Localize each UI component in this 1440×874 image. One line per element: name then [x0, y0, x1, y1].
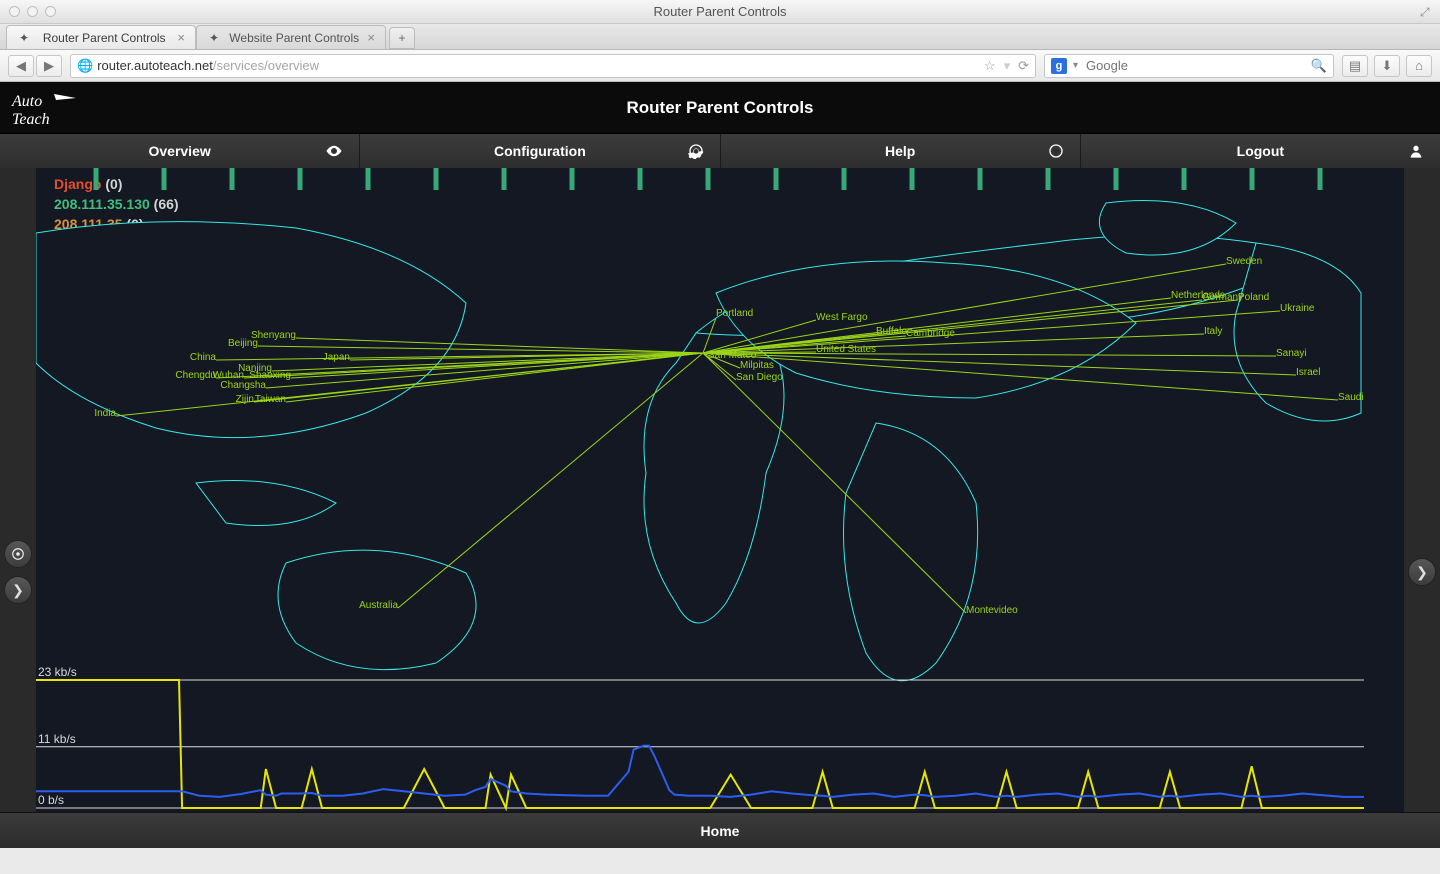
- close-icon[interactable]: ×: [177, 30, 185, 45]
- app-nav: Overview Configuration Help Logout: [0, 134, 1440, 168]
- gear-icon: [688, 134, 704, 168]
- search-icon[interactable]: 🔍: [1311, 58, 1327, 74]
- city-label: Sweden: [1226, 256, 1262, 267]
- city-label: Saudi Arabia: [1338, 392, 1364, 403]
- browser-toolbar: ◀ ▶ 🌐 router.autoteach.net/services/over…: [0, 50, 1440, 82]
- traffic-close[interactable]: [9, 6, 20, 17]
- browser-tabstrip: ✦ Router Parent Controls × ✦ Website Par…: [0, 24, 1440, 50]
- globe-icon: 🌐: [77, 58, 93, 74]
- tab-label: Router Parent Controls: [39, 31, 169, 45]
- chart-gridline-label: 0 b/s: [38, 793, 64, 807]
- city-label: Japan: [323, 352, 350, 363]
- city-label: United States: [816, 344, 876, 355]
- url-host: router.autoteach.net: [97, 58, 213, 73]
- city-label: India: [94, 408, 116, 419]
- nav-label: Help: [721, 143, 1080, 159]
- tab-website-parent-controls[interactable]: ✦ Website Parent Controls ×: [196, 25, 386, 49]
- traffic-zoom[interactable]: [45, 6, 56, 17]
- city-label: Nanjing: [238, 363, 272, 374]
- city-label: Chengdu: [175, 370, 216, 381]
- city-label: Australia: [359, 600, 398, 611]
- reload-icon[interactable]: ⟳: [1018, 58, 1029, 74]
- nav-label: Configuration: [360, 143, 719, 159]
- city-label: West Fargo: [816, 312, 868, 323]
- city-label: Germany: [1202, 292, 1243, 303]
- city-label: Shenyang: [251, 330, 296, 341]
- mac-titlebar: Router Parent Controls ⤢: [0, 0, 1440, 24]
- app-title: Router Parent Controls: [0, 98, 1440, 118]
- map-svg: IndiaChinaChengduChangshaZijinTaiwanWuha…: [36, 168, 1364, 812]
- window-title: Router Parent Controls: [0, 4, 1440, 19]
- fullscreen-icon[interactable]: ⤢: [1420, 5, 1434, 19]
- tab-router-parent-controls[interactable]: ✦ Router Parent Controls ×: [6, 25, 196, 49]
- city-label: Portland: [716, 308, 753, 319]
- world-traffic-map: Django (0) 208.111.35.130 (66) 208.111.3…: [0, 168, 1440, 812]
- side-gear-button[interactable]: [4, 540, 32, 568]
- search-input[interactable]: [1084, 57, 1305, 74]
- city-label: China: [190, 352, 217, 363]
- breadcrumb-label: Home: [701, 823, 740, 839]
- chart-gridline-label: 23 kb/s: [38, 665, 77, 679]
- nav-overview[interactable]: Overview: [0, 134, 360, 168]
- url-path: /services/overview: [213, 58, 319, 73]
- nav-label: Overview: [0, 143, 359, 159]
- tab-label: Website Parent Controls: [229, 31, 359, 45]
- forward-button[interactable]: ▶: [36, 55, 62, 77]
- newtab-button[interactable]: +: [389, 27, 415, 49]
- gear-icon: [1048, 134, 1064, 168]
- city-label: Sanayi: [1276, 348, 1307, 359]
- feeds-icon[interactable]: ▤: [1342, 55, 1368, 77]
- user-icon: [1408, 134, 1424, 168]
- city-label: Changsha: [220, 380, 266, 391]
- close-icon[interactable]: ×: [367, 30, 375, 45]
- city-label: Italy: [1204, 326, 1222, 337]
- city-label: San Diego: [736, 372, 783, 383]
- chart-gridline-label: 11 kb/s: [38, 732, 76, 746]
- nav-logout[interactable]: Logout: [1081, 134, 1440, 168]
- city-label: Montevideo: [966, 605, 1018, 616]
- nav-configuration[interactable]: Configuration: [360, 134, 720, 168]
- search-bar[interactable]: g ▾ 🔍: [1044, 54, 1334, 78]
- city-label: Buffalo: [876, 326, 907, 337]
- traffic-minimize[interactable]: [27, 6, 38, 17]
- app-header: Auto Teach Router Parent Controls: [0, 82, 1440, 134]
- back-button[interactable]: ◀: [8, 55, 34, 77]
- chart-series-yellow: [36, 680, 1364, 808]
- city-label: Zijin: [236, 394, 254, 405]
- search-engine-icon: g: [1051, 58, 1067, 74]
- city-label: Taiwan: [255, 394, 286, 405]
- city-label: Cambridge: [906, 328, 955, 339]
- side-next-button[interactable]: ❯: [4, 576, 32, 604]
- city-label: Milpitas: [740, 360, 774, 371]
- city-label: Poland: [1238, 292, 1269, 303]
- eye-icon: [325, 134, 343, 168]
- address-bar[interactable]: 🌐 router.autoteach.net/services/overview…: [70, 54, 1036, 78]
- tab-favicon-icon: ✦: [207, 31, 221, 45]
- bookmark-icon[interactable]: ☆: [984, 58, 996, 74]
- home-icon[interactable]: ⌂: [1406, 55, 1432, 77]
- downloads-icon[interactable]: ⬇: [1374, 55, 1400, 77]
- city-label: Ukraine: [1280, 303, 1315, 314]
- city-label: Israel: [1296, 367, 1320, 378]
- nav-help[interactable]: Help: [721, 134, 1081, 168]
- side-next-right-button[interactable]: ❯: [1408, 558, 1436, 586]
- tab-favicon-icon: ✦: [17, 31, 31, 45]
- breadcrumb-home[interactable]: Home: [0, 812, 1440, 848]
- nav-label: Logout: [1081, 143, 1440, 159]
